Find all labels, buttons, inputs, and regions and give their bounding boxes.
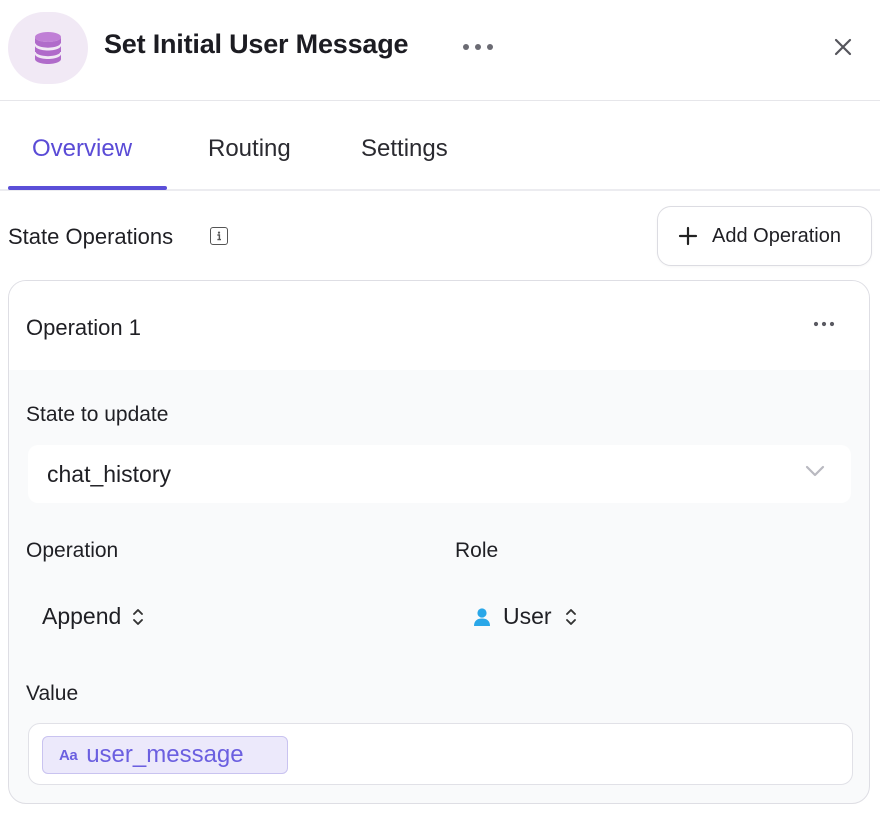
panel-header: Set Initial User Message [0,0,880,101]
role-select-value: User [503,603,552,629]
operation-card-header: Operation 1 [9,281,869,370]
chevron-up-down-icon [565,608,576,625]
active-tab-indicator [8,186,167,190]
value-label: Value [26,682,79,705]
state-operations-heading: State Operations [8,224,174,249]
role-label: Role [455,539,499,562]
database-icon [8,12,88,84]
operation-label: Operation [26,539,119,562]
state-select-value: chat_history [47,460,172,487]
role-select[interactable]: User [473,603,578,630]
user-icon [474,607,490,626]
tab-routing[interactable]: Routing [208,135,291,163]
chevron-down-icon [805,465,825,477]
operation-title: Operation 1 [26,315,141,340]
variable-chip[interactable]: Aa user_message [42,736,288,774]
tab-bar: Overview Routing Settings [0,101,880,191]
plus-icon [678,226,698,246]
operation-more-icon[interactable] [807,313,841,335]
tab-settings[interactable]: Settings [361,135,448,163]
add-operation-button[interactable]: Add Operation [657,206,872,266]
operation-card: Operation 1 State to update chat_history… [8,280,870,804]
chevron-up-down-icon [133,608,144,625]
node-title: Set Initial User Message [104,29,409,59]
state-select[interactable]: chat_history [28,445,851,503]
operation-select-value: Append [42,603,122,629]
close-icon[interactable] [826,30,860,64]
text-type-icon: Aa [59,746,78,764]
info-icon[interactable] [210,227,228,245]
state-to-update-label: State to update [26,403,169,426]
variable-chip-label: user_message [86,741,244,768]
tab-overview[interactable]: Overview [32,135,132,163]
ellipsis-horizontal-icon[interactable] [460,34,496,60]
operation-select[interactable]: Append [42,603,145,630]
value-input[interactable]: Aa user_message [28,723,853,785]
add-operation-label: Add Operation [712,224,841,247]
